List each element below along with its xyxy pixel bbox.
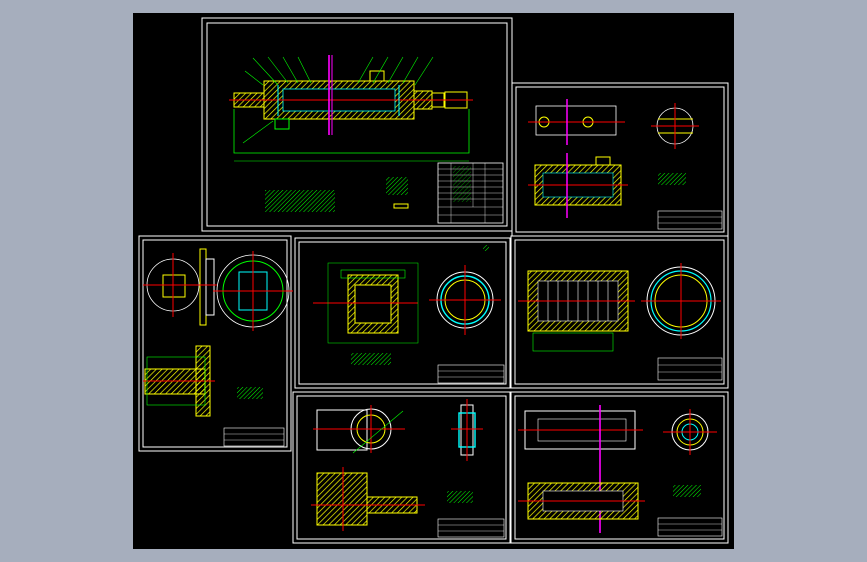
assembly-notes	[265, 177, 409, 212]
sheet-part-nut-sleeve	[294, 237, 511, 389]
assembly-cylinder-view	[229, 55, 473, 162]
cad-drawing-canvas	[133, 13, 734, 549]
sheet-part-threaded-sleeve	[510, 235, 729, 389]
sheet-part-bracket	[138, 235, 293, 452]
sheet-part-eye-end	[292, 391, 511, 544]
cad-drawing-sheets	[138, 17, 729, 544]
sheet-part-shaft	[510, 391, 729, 544]
assembly-title-block	[437, 162, 504, 224]
sheet-assembly-drawing	[201, 17, 513, 232]
sheet-part-housing-flange	[511, 82, 729, 237]
